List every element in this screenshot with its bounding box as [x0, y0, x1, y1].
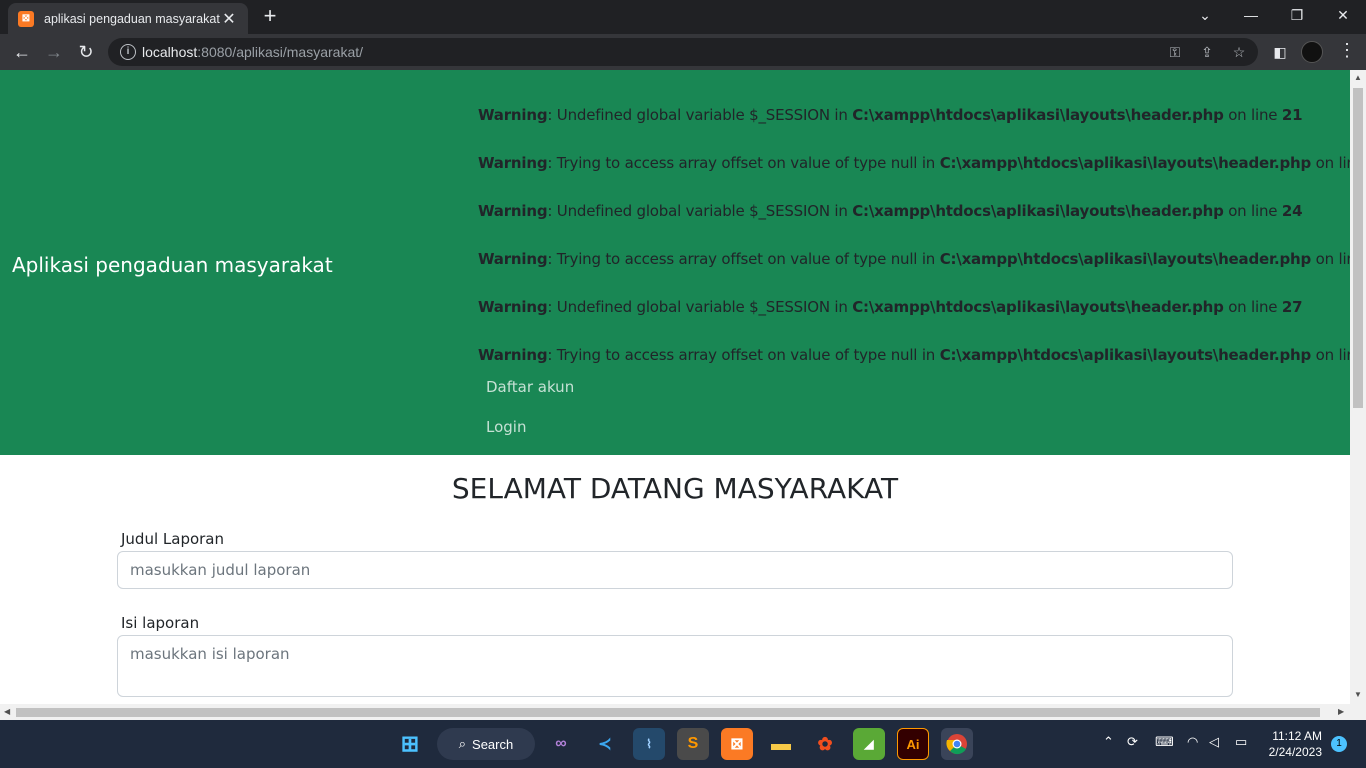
- nav-login[interactable]: Login: [486, 418, 526, 436]
- nav-daftar-akun[interactable]: Daftar akun: [486, 378, 574, 396]
- tab-search-chevron-icon[interactable]: ⌄: [1182, 0, 1228, 30]
- notification-badge[interactable]: 1: [1331, 736, 1347, 752]
- php-warning: Warning: Trying to access array offset o…: [478, 250, 1350, 268]
- taskbar-search[interactable]: ⌕ Search: [437, 728, 535, 760]
- brand-title[interactable]: Aplikasi pengaduan masyarakat: [12, 253, 333, 277]
- windows-taskbar: ⊞ ⌕ Search ∞ ≺ ⌇ S ⊠ ▬ ✿ ◢ Ai ⌃ ⟳ ⌨ ◠ ◁ ▭…: [0, 720, 1366, 768]
- forward-button[interactable]: →: [42, 40, 66, 64]
- start-windows-icon[interactable]: ⊞: [394, 728, 426, 760]
- search-icon: ⌕: [458, 736, 467, 751]
- tab-close-icon[interactable]: ✕: [220, 9, 238, 29]
- sublime-text-icon[interactable]: S: [677, 728, 709, 760]
- php-warning: Warning: Trying to access array offset o…: [478, 346, 1350, 364]
- wifi-icon[interactable]: ◠: [1187, 734, 1198, 750]
- vertical-scrollbar[interactable]: ▲ ▼: [1350, 70, 1366, 704]
- php-warning: Warning: Undefined global variable $_SES…: [478, 298, 1303, 316]
- key-icon[interactable]: ⚿: [1166, 43, 1184, 61]
- browser-tab[interactable]: ⊠ aplikasi pengaduan masyarakat ✕: [8, 3, 248, 34]
- php-warning: Warning: Undefined global variable $_SES…: [478, 202, 1303, 220]
- file-explorer-icon[interactable]: ▬: [765, 728, 797, 760]
- site-info-icon[interactable]: i: [120, 44, 136, 60]
- reload-button[interactable]: ↻: [74, 40, 98, 64]
- scroll-up-icon[interactable]: ▲: [1354, 73, 1362, 82]
- site-header: Aplikasi pengaduan masyarakat Warning: U…: [0, 70, 1350, 455]
- side-panel-icon[interactable]: ◧: [1268, 40, 1292, 64]
- search-label: Search: [472, 736, 514, 752]
- sync-icon[interactable]: ⟳: [1127, 734, 1138, 750]
- horizontal-scrollbar[interactable]: ◀ ▶: [0, 704, 1366, 720]
- scroll-down-icon[interactable]: ▼: [1354, 690, 1362, 699]
- url-text: localhost:8080/aplikasi/masyarakat/: [142, 44, 363, 60]
- xampp-favicon-icon: ⊠: [18, 10, 34, 27]
- vscode-icon[interactable]: ≺: [589, 728, 621, 760]
- coreldraw-icon[interactable]: ◢: [853, 728, 885, 760]
- url-path: :8080/aplikasi/masyarakat/: [197, 44, 364, 60]
- judul-label: Judul Laporan: [121, 530, 225, 548]
- illustrator-icon[interactable]: Ai: [897, 728, 929, 760]
- clock-time: 11:12 AM: [1272, 729, 1322, 743]
- close-window-button[interactable]: ✕: [1320, 0, 1366, 30]
- browser-toolbar: ← → ↻ i localhost:8080/aplikasi/masyarak…: [0, 34, 1366, 70]
- new-tab-button[interactable]: +: [258, 5, 282, 29]
- visual-studio-icon[interactable]: ∞: [545, 728, 577, 760]
- profile-avatar[interactable]: [1301, 41, 1323, 63]
- isi-label: Isi laporan: [121, 614, 200, 632]
- figma-icon[interactable]: ✿: [809, 728, 841, 760]
- url-host: localhost: [142, 44, 198, 60]
- restore-button[interactable]: ❐: [1274, 0, 1320, 30]
- bookmark-star-icon[interactable]: ☆: [1230, 43, 1248, 61]
- mysql-workbench-icon[interactable]: ⌇: [633, 728, 665, 760]
- minimize-button[interactable]: —: [1228, 0, 1274, 30]
- keyboard-icon[interactable]: ⌨: [1155, 734, 1174, 750]
- tray-overflow-icon[interactable]: ⌃: [1103, 734, 1114, 750]
- scroll-right-icon[interactable]: ▶: [1338, 707, 1344, 716]
- php-warning: Warning: Trying to access array offset o…: [478, 154, 1350, 172]
- tab-title: aplikasi pengaduan masyarakat: [44, 11, 220, 26]
- address-bar[interactable]: i localhost:8080/aplikasi/masyarakat/ ⚿ …: [108, 38, 1258, 66]
- chrome-icon[interactable]: [941, 728, 973, 760]
- vertical-scroll-thumb[interactable]: [1353, 88, 1363, 408]
- menu-kebab-icon[interactable]: ⋮: [1338, 40, 1356, 61]
- page-title: SELAMAT DATANG MASYARAKAT: [451, 472, 899, 505]
- scroll-left-icon[interactable]: ◀: [4, 707, 10, 716]
- battery-icon[interactable]: ▭: [1235, 734, 1247, 750]
- browser-tabbar: ⊠ aplikasi pengaduan masyarakat ✕ + ⌄ — …: [0, 0, 1366, 34]
- clock-date: 2/24/2023: [1268, 745, 1322, 759]
- back-button[interactable]: ←: [10, 40, 34, 64]
- volume-icon[interactable]: ◁: [1209, 734, 1219, 750]
- isi-textarea[interactable]: masukkan isi laporan: [117, 635, 1233, 697]
- page-viewport: Aplikasi pengaduan masyarakat Warning: U…: [0, 70, 1350, 704]
- horizontal-scroll-thumb[interactable]: [16, 708, 1320, 717]
- judul-input[interactable]: masukkan judul laporan: [117, 551, 1233, 589]
- php-warning: Warning: Undefined global variable $_SES…: [478, 106, 1303, 124]
- system-clock[interactable]: 11:12 AM 2/24/2023: [1262, 728, 1322, 760]
- share-icon[interactable]: ⇪: [1198, 43, 1216, 61]
- xampp-icon[interactable]: ⊠: [721, 728, 753, 760]
